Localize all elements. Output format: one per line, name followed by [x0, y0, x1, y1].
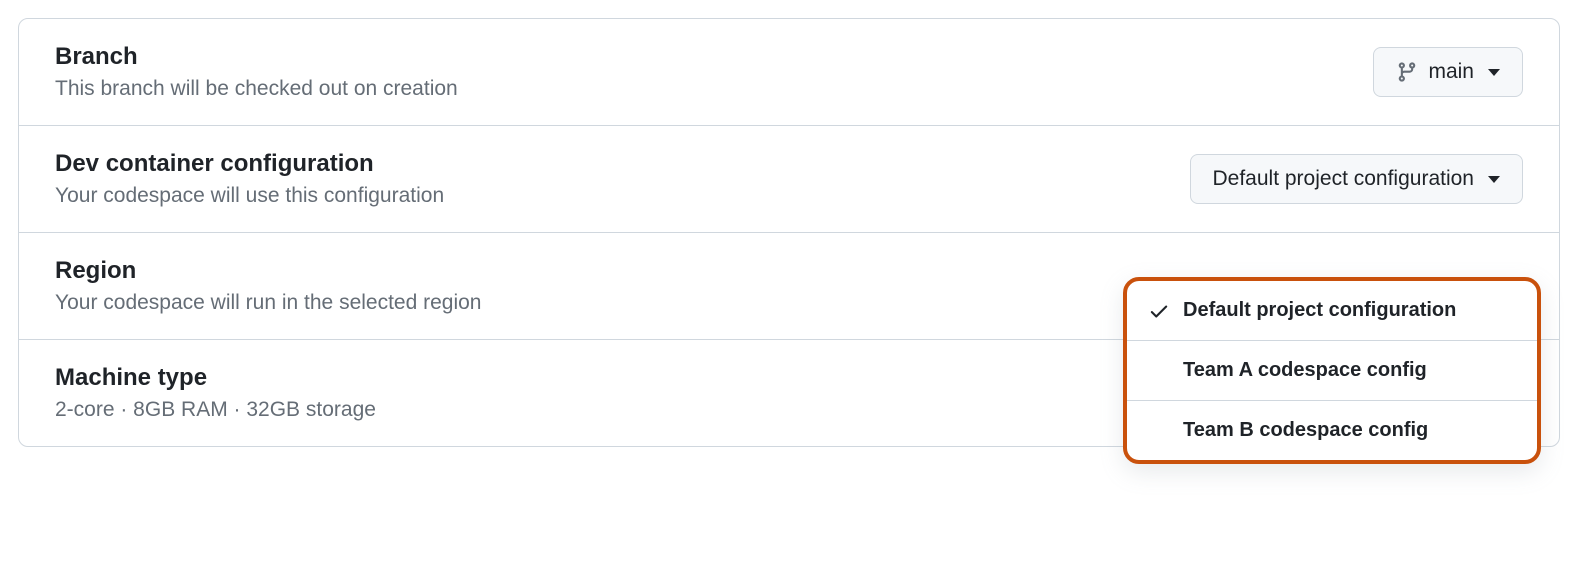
dropdown-option-team-b[interactable]: Team B codespace config — [1127, 401, 1537, 460]
machine-title: Machine type — [55, 364, 376, 392]
devcontainer-text: Dev container configuration Your codespa… — [55, 150, 444, 208]
codespace-options-panel: Branch This branch will be checked out o… — [18, 18, 1560, 447]
machine-desc: 2-core · 8GB RAM · 32GB storage — [55, 398, 376, 422]
dropdown-option-label: Default project configuration — [1183, 299, 1456, 322]
dropdown-option-team-a[interactable]: Team A codespace config — [1127, 341, 1537, 401]
caret-down-icon — [1488, 176, 1500, 183]
branch-title: Branch — [55, 43, 458, 71]
branch-text: Branch This branch will be checked out o… — [55, 43, 458, 101]
git-branch-icon — [1396, 61, 1418, 83]
branch-value: main — [1428, 60, 1474, 84]
caret-down-icon — [1488, 69, 1500, 76]
branch-desc: This branch will be checked out on creat… — [55, 77, 458, 101]
dropdown-option-label: Team A codespace config — [1183, 359, 1427, 382]
machine-text: Machine type 2-core · 8GB RAM · 32GB sto… — [55, 364, 376, 422]
region-text: Region Your codespace will run in the se… — [55, 257, 482, 315]
devcontainer-row: Dev container configuration Your codespa… — [19, 126, 1559, 233]
devcontainer-desc: Your codespace will use this configurati… — [55, 184, 444, 208]
region-desc: Your codespace will run in the selected … — [55, 291, 482, 315]
branch-row: Branch This branch will be checked out o… — [19, 19, 1559, 126]
dropdown-option-default[interactable]: Default project configuration — [1127, 281, 1537, 341]
branch-selector-button[interactable]: main — [1373, 47, 1523, 97]
devcontainer-value: Default project configuration — [1213, 167, 1475, 191]
devcontainer-title: Dev container configuration — [55, 150, 444, 178]
devcontainer-selector-button[interactable]: Default project configuration — [1190, 154, 1524, 204]
dropdown-option-label: Team B codespace config — [1183, 419, 1428, 442]
region-title: Region — [55, 257, 482, 285]
devcontainer-dropdown: Default project configuration Team A cod… — [1123, 277, 1541, 464]
check-icon — [1147, 300, 1171, 322]
